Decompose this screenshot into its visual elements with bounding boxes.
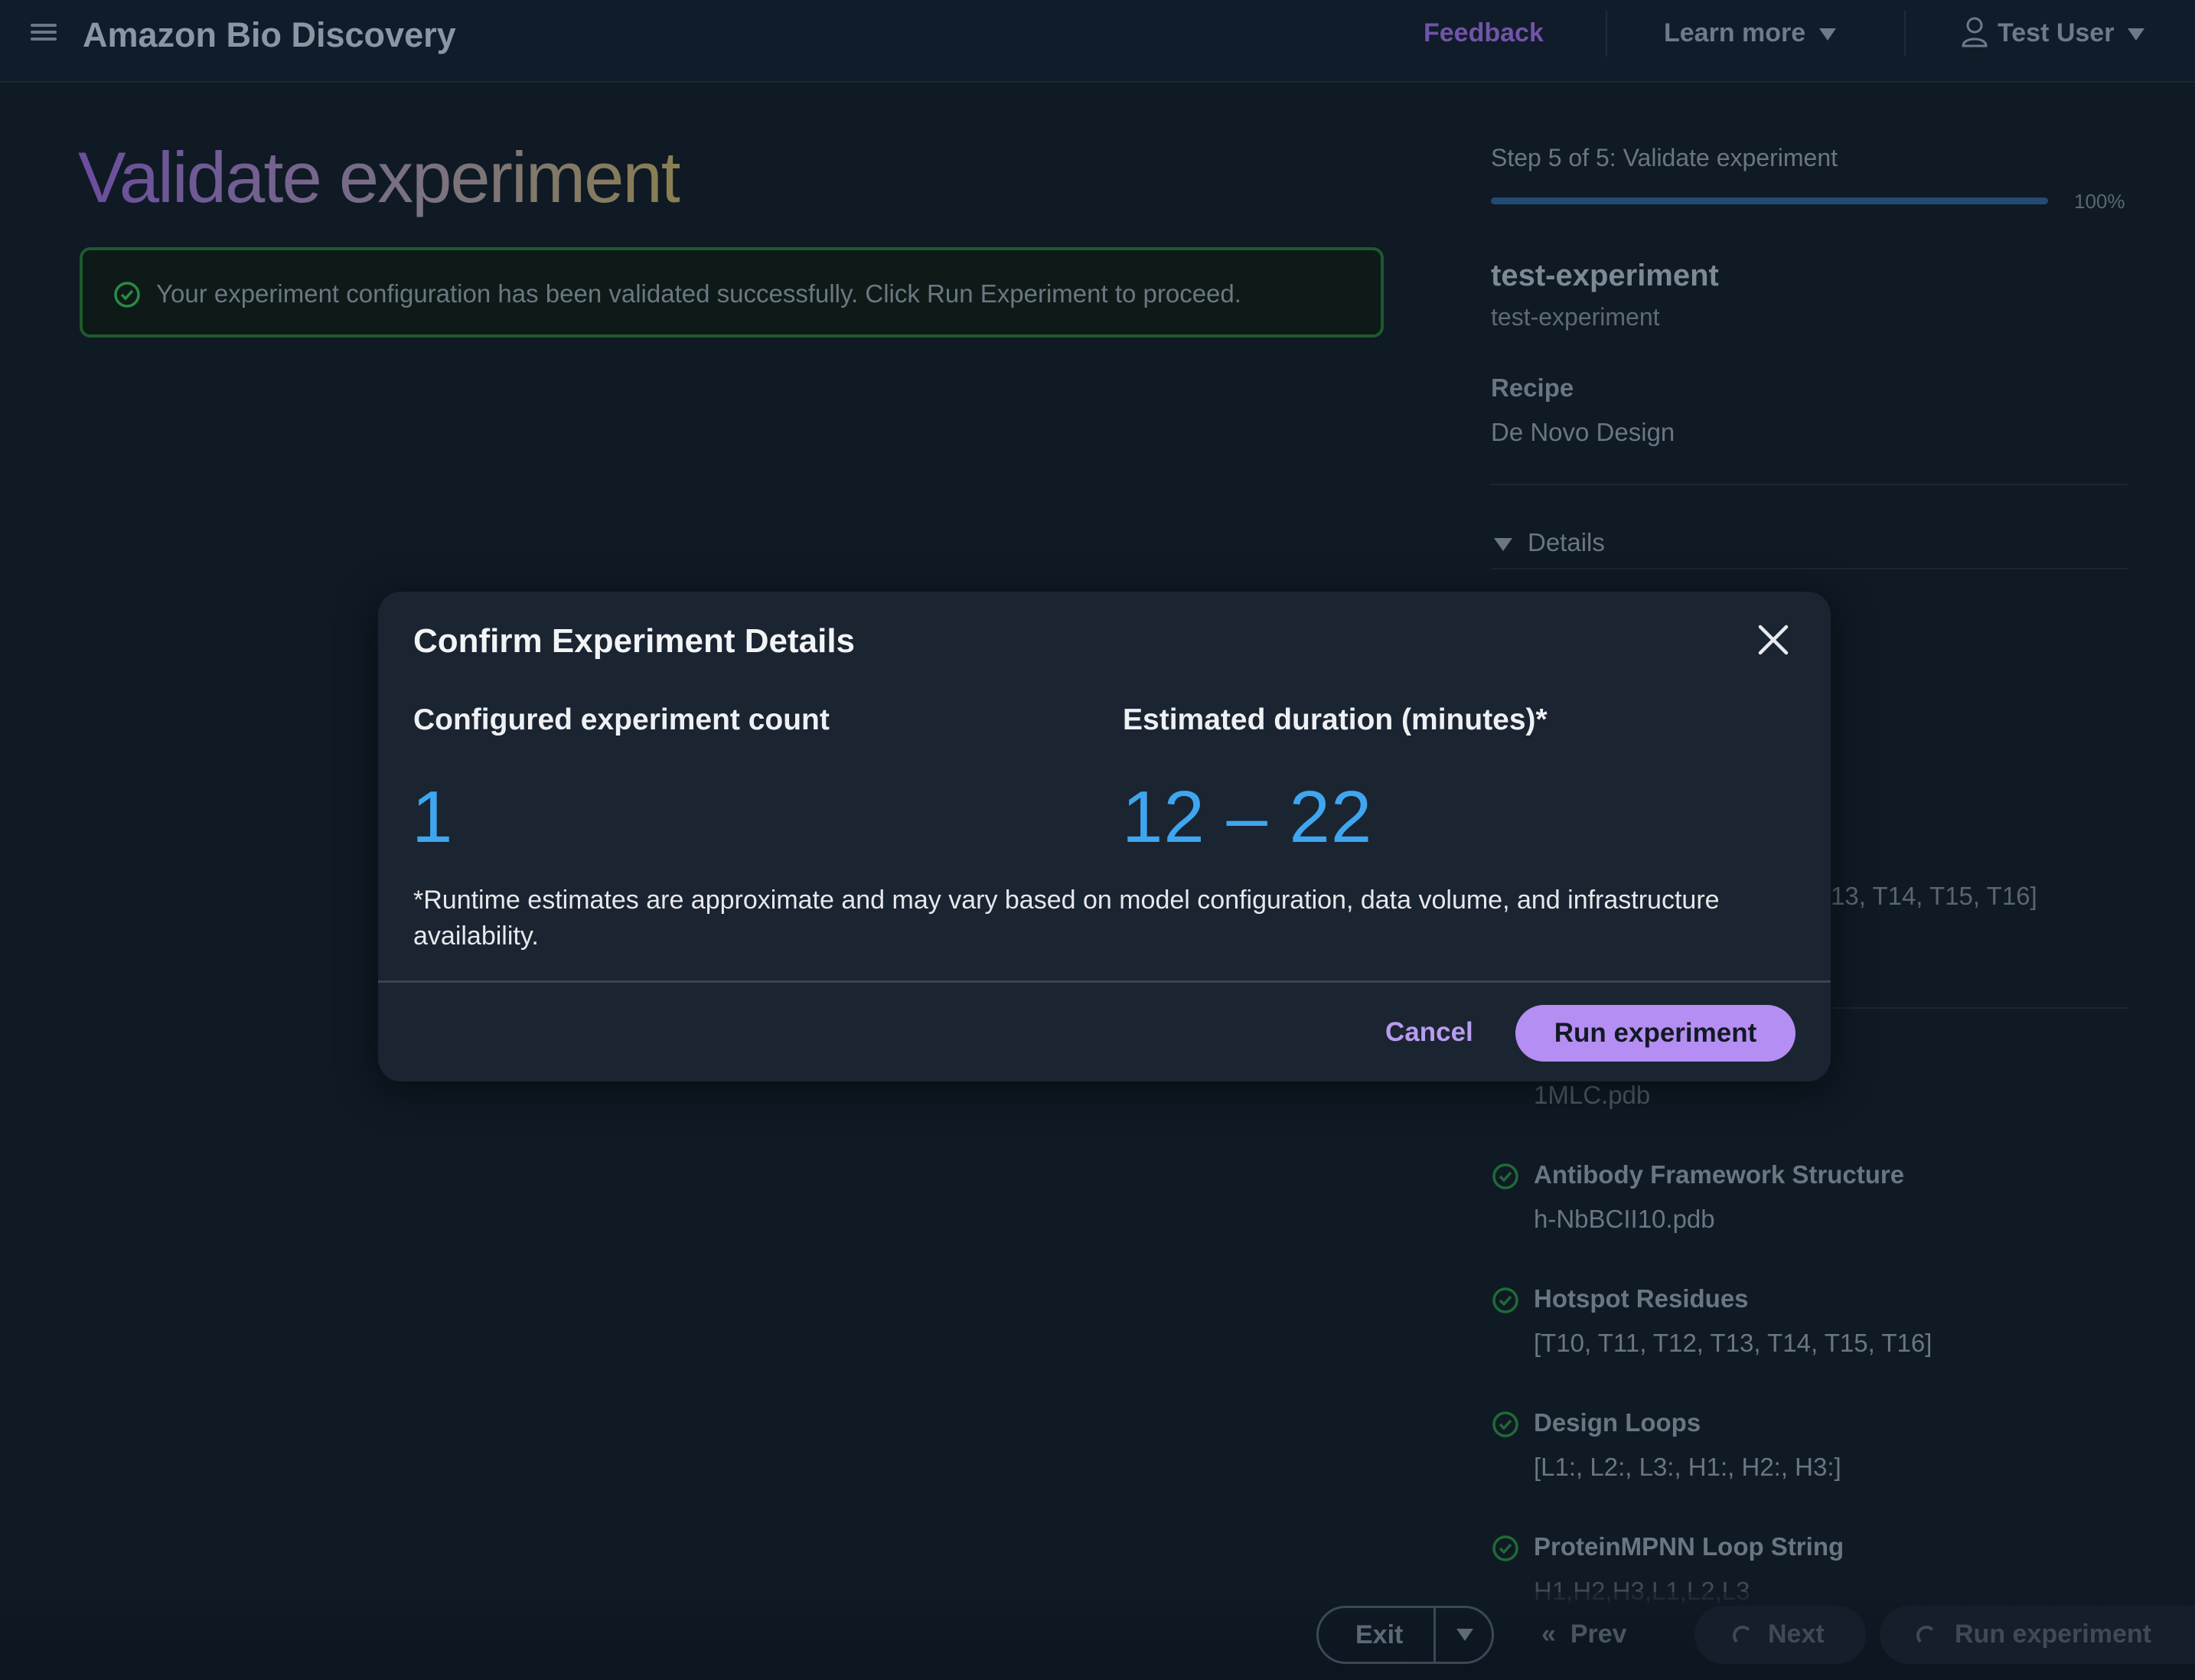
- double-chevron-left-icon: «: [1541, 1620, 1556, 1649]
- learn-more-dropdown[interactable]: Learn more: [1664, 18, 1837, 48]
- prev-label: Prev: [1570, 1620, 1627, 1649]
- recipe-value: De Novo Design: [1491, 418, 1675, 446]
- detail-label: Hotspot Residues: [1534, 1284, 1749, 1313]
- spinner-icon: [1733, 1626, 1753, 1646]
- experiment-subtitle: test-experiment: [1491, 303, 1660, 331]
- check-circle-icon: [114, 282, 140, 308]
- close-icon[interactable]: [1754, 621, 1792, 659]
- detail-label: ProteinMPNN Loop String: [1534, 1532, 1844, 1561]
- caret-down-icon: [2128, 28, 2145, 41]
- run-footer-label: Run experiment: [1955, 1620, 2151, 1649]
- next-label: Next: [1768, 1620, 1825, 1649]
- app-title[interactable]: Amazon Bio Discovery: [83, 15, 456, 55]
- top-navigation: Amazon Bio Discovery Feedback Learn more…: [0, 0, 2195, 83]
- step-label: Step 5 of 5: Validate experiment: [1491, 144, 1838, 171]
- user-name: Test User: [1998, 18, 2115, 47]
- check-circle-icon: [1492, 1535, 1518, 1561]
- success-alert: Your experiment configuration has been v…: [80, 247, 1384, 338]
- exit-button-group[interactable]: Exit: [1316, 1606, 1494, 1664]
- caret-down-icon[interactable]: [1456, 1629, 1473, 1641]
- detail-value: [T10, T11, T12, T13, T14, T15, T16]: [1534, 1329, 1932, 1357]
- detail-value: h-NbBCII10.pdb: [1534, 1205, 1715, 1233]
- spinner-icon: [1916, 1626, 1936, 1646]
- run-experiment-footer-button[interactable]: Run experiment: [1880, 1606, 2195, 1664]
- menu-icon[interactable]: [31, 20, 57, 46]
- experiment-count-value: 1: [412, 776, 454, 858]
- panel-divider: [1491, 484, 2128, 485]
- details-toggle[interactable]: Details: [1494, 528, 1605, 557]
- progress-fill: [1491, 197, 2048, 204]
- experiment-count-label: Configured experiment count: [413, 703, 830, 736]
- feedback-link[interactable]: Feedback: [1424, 18, 1544, 48]
- experiment-name: test-experiment: [1491, 259, 1719, 292]
- caret-down-icon: [1819, 28, 1837, 41]
- page-title: Validate experiment: [78, 137, 681, 217]
- progress-bar: [1491, 197, 2048, 204]
- check-circle-icon: [1492, 1287, 1518, 1313]
- button-divider: [1433, 1608, 1436, 1662]
- prev-button[interactable]: « Prev: [1541, 1620, 1627, 1649]
- partial-file-text: 1MLC.pdb: [1534, 1081, 1651, 1109]
- alert-message: Your experiment configuration has been v…: [156, 279, 1241, 308]
- duration-value: 12 – 22: [1122, 776, 1373, 858]
- triangle-down-icon: [1494, 537, 1512, 551]
- panel-divider: [1491, 568, 2128, 569]
- runtime-note: *Runtime estimates are approximate and m…: [413, 886, 1720, 951]
- modal-divider: [378, 980, 1831, 983]
- learn-more-label: Learn more: [1664, 18, 1806, 47]
- nav-divider: [1904, 11, 1906, 57]
- recipe-label: Recipe: [1491, 374, 1574, 402]
- check-circle-icon: [1492, 1411, 1518, 1437]
- next-button[interactable]: Next: [1694, 1606, 1866, 1664]
- run-experiment-button[interactable]: Run experiment: [1515, 1005, 1795, 1062]
- progress-percent: 100%: [2074, 190, 2125, 213]
- detail-label: Antibody Framework Structure: [1534, 1160, 1905, 1189]
- nav-divider: [1606, 11, 1607, 57]
- duration-label: Estimated duration (minutes)*: [1123, 703, 1548, 736]
- detail-label: Design Loops: [1534, 1408, 1701, 1437]
- user-menu[interactable]: Test User: [1998, 18, 2145, 48]
- modal-title: Confirm Experiment Details: [413, 622, 856, 660]
- cancel-button[interactable]: Cancel: [1385, 1017, 1473, 1048]
- exit-button[interactable]: Exit: [1355, 1620, 1403, 1650]
- details-label: Details: [1528, 528, 1605, 556]
- detail-value: [L1:, L2:, L3:, H1:, H2:, H3:]: [1534, 1453, 1841, 1481]
- user-icon: [1962, 17, 1988, 47]
- partial-hotspot-text: 13, T14, T15, T16]: [1831, 882, 2037, 910]
- check-circle-icon: [1492, 1163, 1518, 1189]
